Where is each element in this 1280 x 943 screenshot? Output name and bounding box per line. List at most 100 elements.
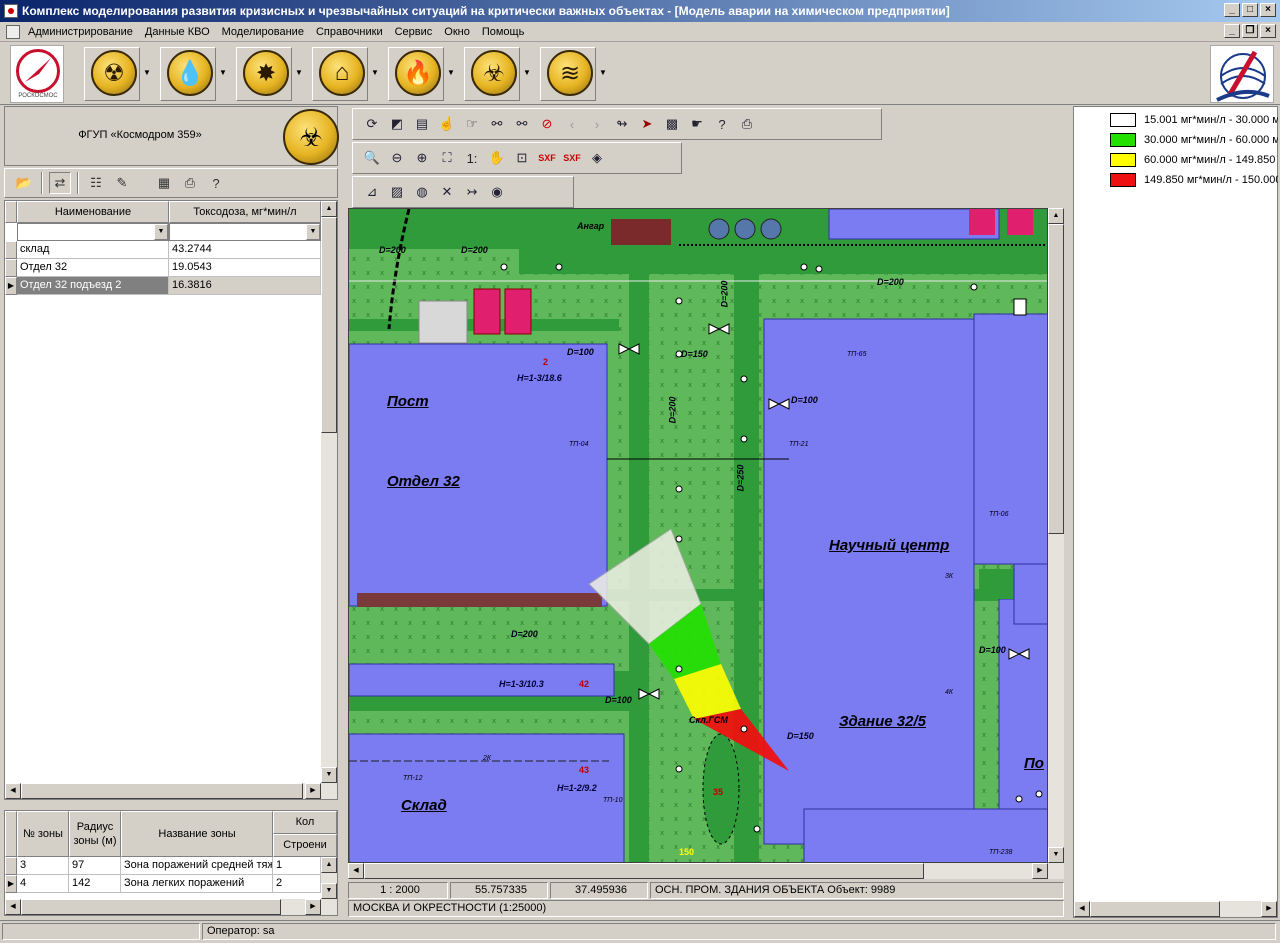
minimize-button[interactable]: _ [1224,3,1240,17]
table-cell-toxodose[interactable]: 16.3816 [169,277,321,295]
help-icon[interactable]: ? [711,113,733,135]
print-icon[interactable]: ⎙ [179,172,201,194]
fire-tool-button[interactable]: 🔥 ▼ [388,47,455,101]
scroll-thumb[interactable] [21,783,303,799]
edit-list-icon[interactable]: ✎ [111,172,133,194]
scroll-up-arrow-icon[interactable]: ▲ [321,201,337,217]
fill-pattern-icon[interactable]: ◍ [411,181,433,203]
chevron-down-icon[interactable]: ▼ [599,68,607,77]
globe-icon[interactable]: ◉ [486,181,508,203]
scroll-thumb[interactable] [21,899,281,915]
table-cell-name[interactable]: склад [17,241,169,259]
menu-kvo-data[interactable]: Данные КВО [139,26,216,38]
chevron-down-icon[interactable]: ▼ [306,224,320,240]
scroll-down-arrow-icon[interactable]: ▼ [321,767,337,783]
scroll-down-arrow-icon[interactable]: ▼ [321,883,337,899]
select-icon[interactable]: ☝ [436,113,458,135]
table-cell-count[interactable]: 2 [273,875,321,893]
binoculars-search-icon[interactable]: ⚯ [511,113,533,135]
chevron-down-icon[interactable]: ▼ [523,68,531,77]
scroll-right-arrow-icon[interactable]: ▶ [305,899,321,915]
legend-horizontal-scrollbar[interactable]: ◀ ▶ [1074,901,1277,917]
help-icon[interactable]: ? [205,172,227,194]
column-header-buildings[interactable]: Строени [273,834,337,857]
scroll-thumb[interactable] [321,217,337,433]
map-vertical-scrollbar[interactable]: ▲ ▼ [1048,208,1064,863]
chevron-down-icon[interactable]: ▼ [219,68,227,77]
scroll-up-arrow-icon[interactable]: ▲ [1048,208,1064,224]
chevron-down-icon[interactable]: ▼ [447,68,455,77]
map-label-department[interactable]: Отдел 32 [387,473,460,490]
menu-help[interactable]: Помощь [476,26,531,38]
zoom-extent-icon[interactable]: ⛶ [436,147,458,169]
oil-spill-tool-button[interactable]: 💧 ▼ [160,47,227,101]
table-cell-radius[interactable]: 142 [69,875,121,893]
pan-hand-icon[interactable]: ✋ [486,147,508,169]
radiation-tool-button[interactable]: ☢ ▼ [84,47,151,101]
chemical-tool-button[interactable]: ☣ ▼ [464,47,531,101]
map-horizontal-scrollbar[interactable]: ◀ ▶ [348,863,1064,879]
flag-icon[interactable]: ➤ [636,113,658,135]
table-cell-zone-name[interactable]: Зона легких поражений [121,875,273,893]
scroll-up-arrow-icon[interactable]: ▲ [321,857,337,873]
table-cell-zone-name[interactable]: Зона поражений средней тяж [121,857,273,875]
column-header-radius[interactable]: Радиус зоны (м) [69,811,121,857]
map-label-truncated[interactable]: По [1024,755,1044,772]
horizontal-scrollbar[interactable]: ◀ ▶ [5,783,337,799]
maximize-button[interactable]: □ [1242,3,1258,17]
swap-icon[interactable]: ⇄ [49,172,71,194]
remove-objects-icon[interactable]: ✕ [436,181,458,203]
scroll-left-arrow-icon[interactable]: ◀ [5,783,21,799]
toxodose-filter-dropdown[interactable]: ▼ [169,223,321,241]
chevron-down-icon[interactable]: ▼ [143,68,151,77]
table-cell-toxodose[interactable]: 43.2744 [169,241,321,259]
arrow-line-icon[interactable]: ↣ [461,181,483,203]
name-filter-dropdown[interactable]: ▼ [17,223,169,241]
scroll-left-arrow-icon[interactable]: ◀ [5,899,21,915]
select-info-icon[interactable]: ☞ [461,113,483,135]
menu-modeling[interactable]: Моделирование [216,26,310,38]
table-cell-name[interactable]: Отдел 32 подъезд 2 [17,277,169,295]
vertical-scrollbar[interactable]: ▲ ▼ [321,857,337,899]
list-view-icon[interactable]: ☷ [85,172,107,194]
row-indicator[interactable] [5,259,17,277]
collapse-tool-button[interactable]: ⌂ ▼ [312,47,379,101]
explosion-tool-button[interactable]: ✸ ▼ [236,47,303,101]
zoom-icon[interactable]: 🔍 [361,147,383,169]
column-header-name[interactable]: Наименование [17,201,169,223]
menu-admin[interactable]: Администрирование [22,26,139,38]
row-indicator-current[interactable]: ▶ [5,875,17,893]
scroll-thumb[interactable] [1048,224,1064,534]
flood-tool-button[interactable]: ≋ ▼ [540,47,607,101]
mdi-minimize-button[interactable]: _ [1224,24,1240,38]
table-cell-radius[interactable]: 97 [69,857,121,875]
document-icon[interactable] [6,24,20,39]
map-label-science-center[interactable]: Научный центр [829,537,949,554]
chevron-down-icon[interactable]: ▼ [371,68,379,77]
mdi-close-button[interactable]: × [1260,24,1276,38]
row-indicator[interactable] [5,241,17,259]
forward-arrow-icon[interactable]: › [586,113,608,135]
hatch-icon[interactable]: ▨ [386,181,408,203]
row-indicator-current[interactable]: ▶ [5,277,17,295]
hand-pointer-icon[interactable]: ☛ [686,113,708,135]
scale-select-icon[interactable]: 1: [461,147,483,169]
scroll-left-arrow-icon[interactable]: ◀ [1074,901,1090,917]
scroll-right-arrow-icon[interactable]: ▶ [1032,863,1048,879]
scroll-left-arrow-icon[interactable]: ◀ [348,863,364,879]
sxf-import-icon[interactable]: SXF [536,147,558,169]
column-header-zone-name[interactable]: Название зоны [121,811,273,857]
open-folder-icon[interactable]: 📂 [13,172,35,194]
map-export-icon[interactable]: ▩ [661,113,683,135]
zoom-window-icon[interactable]: ⊡ [511,147,533,169]
row-indicator[interactable] [5,857,17,875]
vertical-scrollbar[interactable]: ▲ ▼ [321,201,337,783]
chevron-down-icon[interactable]: ▼ [295,68,303,77]
table-cell-count[interactable]: 1 [273,857,321,875]
zoom-out-icon[interactable]: ⊖ [386,147,408,169]
scroll-right-arrow-icon[interactable]: ▶ [1261,901,1277,917]
cancel-icon[interactable]: ⊘ [536,113,558,135]
chevron-down-icon[interactable]: ▼ [154,224,168,240]
table-cell-zone-number[interactable]: 3 [17,857,69,875]
layer-properties-icon[interactable]: ▤ [411,113,433,135]
